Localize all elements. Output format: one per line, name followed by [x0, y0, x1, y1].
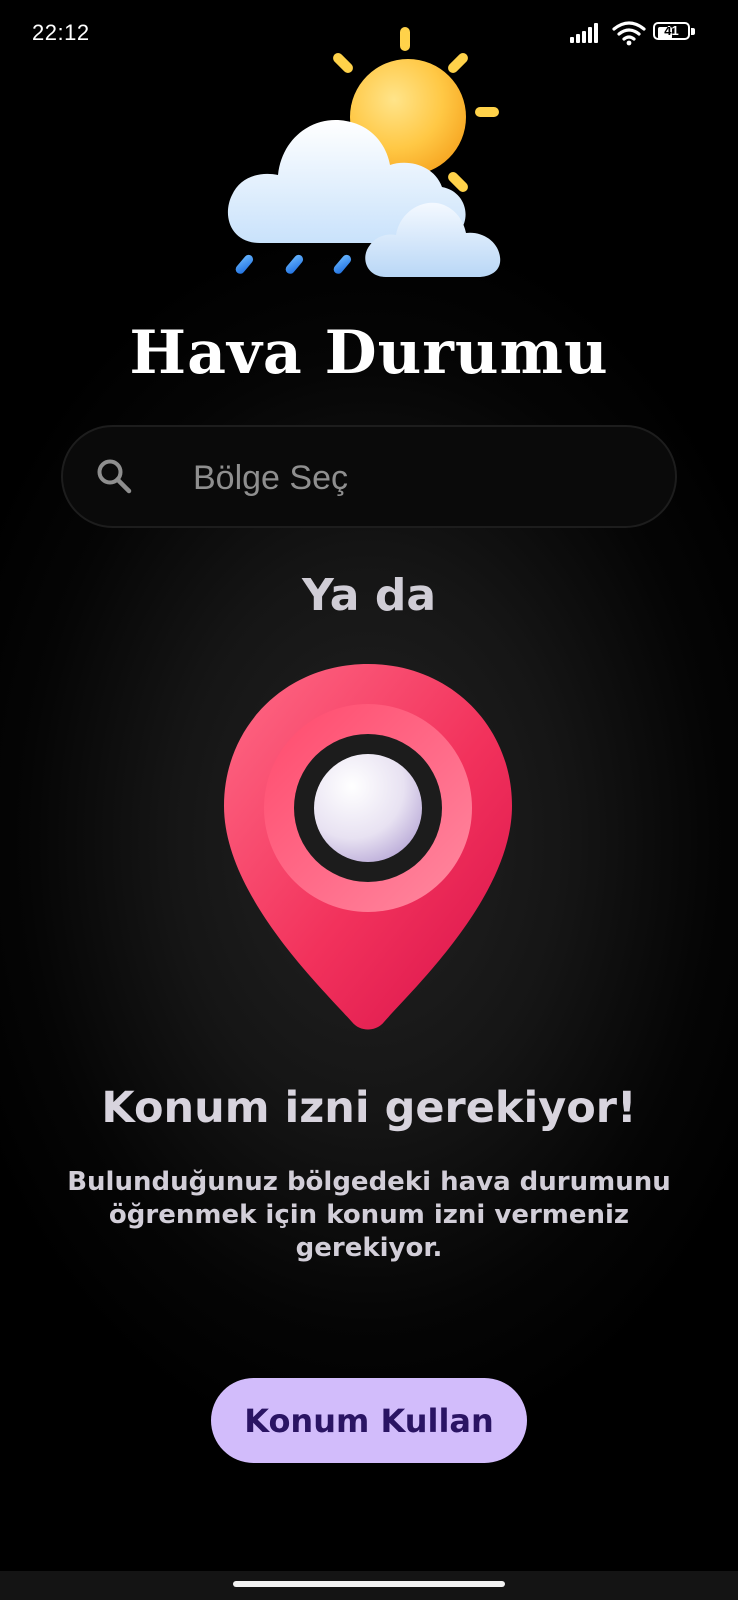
search-icon	[97, 459, 132, 494]
location-pin-icon	[224, 664, 512, 1030]
wifi-icon	[612, 21, 646, 46]
navigation-bar	[0, 1571, 738, 1600]
permission-description: Bulunduğunuz bölgedeki hava durumunu öğr…	[67, 1167, 671, 1263]
battery-tip	[691, 28, 695, 35]
search-input[interactable]	[191, 449, 635, 507]
signal-icon	[570, 23, 598, 43]
battery-icon: 41	[653, 22, 696, 42]
app-title: Hava Durumu	[129, 318, 609, 388]
status-time: 22:12	[32, 20, 90, 45]
app-screen: 22:12 41 Hava Durumu Bölge Seç Ya da Kon…	[0, 0, 738, 1600]
permission-title: Konum izni gerekiyor!	[101, 1083, 637, 1133]
use-location-button[interactable]: Konum Kullan	[211, 1378, 527, 1463]
home-indicator[interactable]	[233, 1581, 505, 1587]
weather-sun-cloud-rain-icon	[227, 27, 501, 277]
or-divider-text: Ya da	[301, 570, 437, 621]
search-bar[interactable]	[61, 425, 677, 528]
battery-level: 41	[664, 23, 679, 38]
